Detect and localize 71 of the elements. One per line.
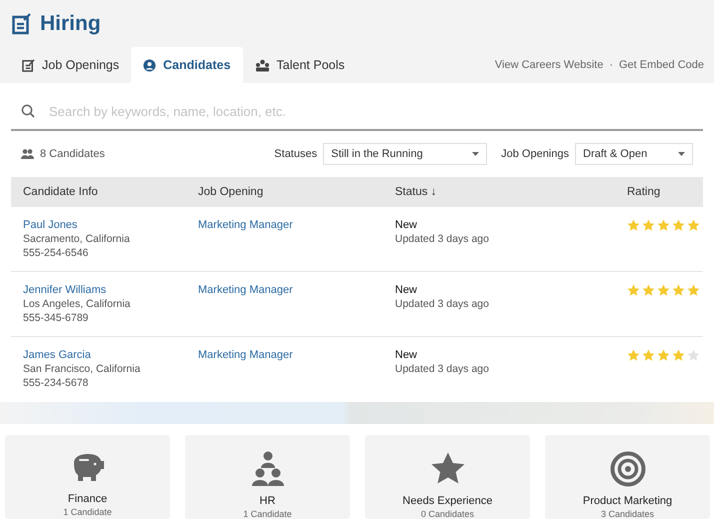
star-icon	[642, 284, 655, 297]
updated-time: Updated 3 days ago	[395, 363, 490, 375]
job-opening-link[interactable]: Marketing Manager	[198, 284, 383, 296]
header-link[interactable]: Get Embed Code	[619, 59, 704, 71]
candidate-name[interactable]: James Garcia	[23, 349, 186, 361]
talent-pool-card[interactable]: Needs Experience 0 Candidates	[365, 435, 530, 519]
star-icon	[672, 219, 685, 232]
pool-count: 1 Candidate	[63, 507, 112, 517]
target-icon	[610, 451, 646, 487]
column-header: Candidate Info	[22, 186, 99, 198]
column-header: Status ↓	[394, 186, 438, 198]
tab[interactable]: Job Openings	[10, 47, 132, 83]
star-icon	[627, 349, 640, 362]
candidate-name[interactable]: Jennifer Williams	[23, 284, 186, 296]
star-icon	[657, 349, 670, 362]
tab[interactable]: Candidates	[131, 47, 243, 83]
user-icon	[143, 58, 156, 72]
candidate-name[interactable]: Paul Jones	[23, 219, 186, 231]
star-icon	[642, 219, 655, 232]
column-header: Rating	[627, 186, 662, 198]
tab[interactable]: Talent Pools	[242, 47, 357, 83]
talent-pool-card[interactable]: Product Marketing 3 Candidates	[545, 435, 710, 519]
candidate-count: 8 Candidates	[40, 148, 106, 160]
pool-name: HR	[260, 495, 276, 507]
pool-name: Finance	[68, 493, 108, 505]
updated-time: Updated 3 days ago	[395, 298, 490, 310]
candidate-status: New	[395, 284, 418, 296]
filter-label: Statuses	[274, 148, 318, 160]
candidate-status: New	[395, 349, 418, 361]
people-icon	[21, 149, 34, 159]
star-icon	[687, 219, 700, 232]
filter-dropdown[interactable]: Still in the Running	[323, 143, 488, 165]
pool-count: 0 Candidates	[420, 509, 474, 519]
star-icon	[672, 349, 685, 362]
talent-pool-card[interactable]: HR 1 Candidate	[185, 435, 350, 519]
updated-time: Updated 3 days ago	[395, 233, 490, 245]
candidate-phone: 555-234-5678	[23, 377, 90, 389]
talent-pool-card[interactable]: Finance 1 Candidate	[5, 435, 170, 519]
caret-icon	[678, 152, 685, 156]
star-icon	[627, 284, 640, 297]
candidate-location: Los Angeles, California	[23, 298, 132, 310]
group-icon	[254, 58, 270, 72]
star-icon	[642, 349, 655, 362]
star-icon	[657, 284, 670, 297]
candidate-phone: 555-254-6546	[23, 247, 90, 259]
search-icon	[21, 104, 35, 118]
star-icon	[687, 284, 700, 297]
star-icon	[672, 284, 685, 297]
candidate-location: San Francisco, California	[23, 363, 142, 375]
filter-dropdown[interactable]: Draft & Open	[575, 143, 693, 165]
star-icon	[657, 219, 670, 232]
pool-count: 1 Candidate	[243, 509, 292, 519]
job-opening-link[interactable]: Marketing Manager	[198, 219, 383, 231]
page-title: Hiring	[40, 12, 101, 36]
pool-name: Product Marketing	[582, 495, 672, 507]
star-icon	[687, 349, 700, 362]
candidate-status: New	[395, 219, 418, 231]
candidate-phone: 555-345-6789	[23, 312, 90, 324]
star-icon	[627, 219, 640, 232]
separator-dot: ·	[609, 59, 613, 71]
header-link[interactable]: View Careers Website	[494, 59, 604, 71]
column-header: Job Opening	[197, 186, 264, 198]
people-icon	[250, 451, 286, 487]
pool-name: Needs Experience	[402, 495, 492, 507]
clipboard-edit-icon	[12, 13, 32, 35]
pool-count: 3 Candidates	[600, 509, 654, 519]
job-opening-link[interactable]: Marketing Manager	[198, 349, 383, 361]
filter-label: Job Openings	[501, 148, 569, 160]
edit-icon	[22, 58, 35, 72]
candidate-location: Sacramento, California	[23, 233, 131, 245]
caret-icon	[472, 152, 480, 156]
